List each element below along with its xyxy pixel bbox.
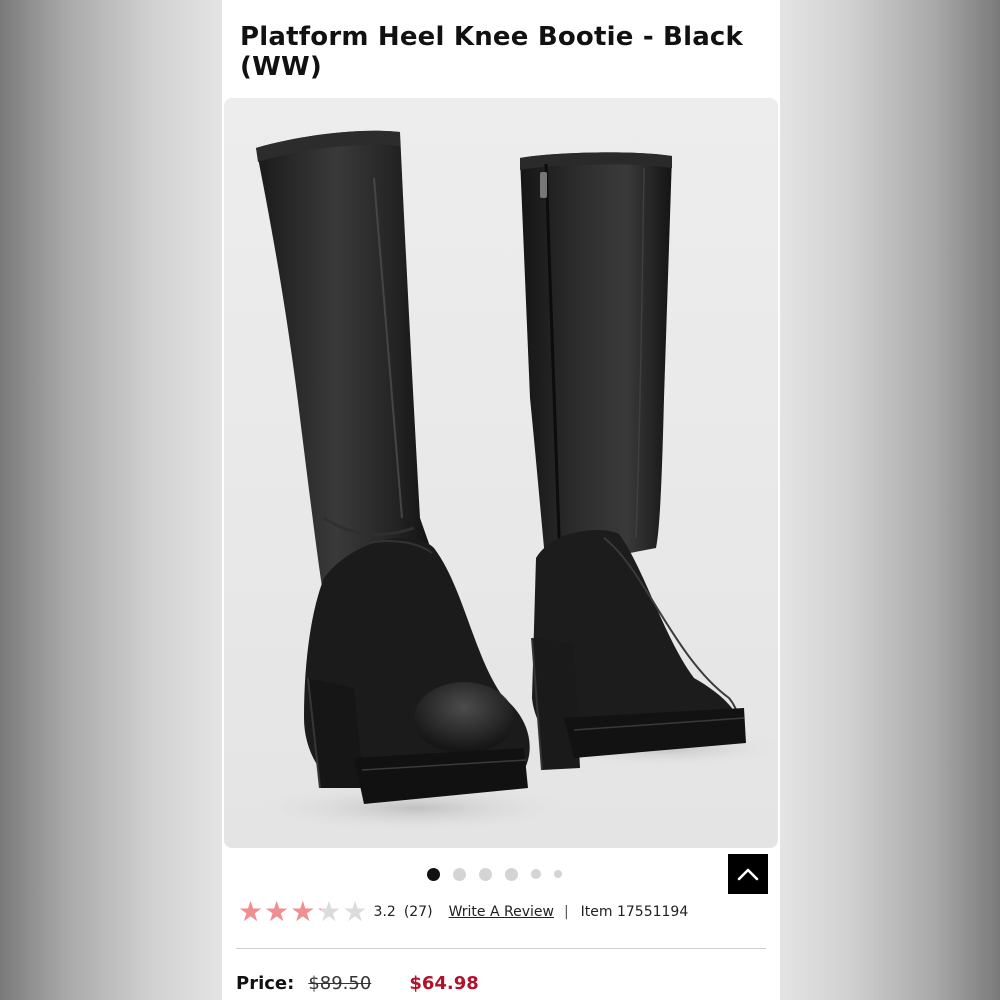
star-icon: ★ [238,895,264,928]
product-image-carousel[interactable] [224,98,778,848]
star-icon: ★ [316,895,342,928]
price-row: Price: $89.50 $64.98 [236,970,479,996]
carousel-dot[interactable] [554,870,562,878]
carousel-dot[interactable] [479,867,492,881]
carousel-dot[interactable] [453,867,466,881]
write-review-link[interactable]: Write A Review [449,904,554,920]
left-boot [256,130,530,804]
star-rating[interactable]: ★ ★ ★ ★ ★ [238,898,368,926]
star-icon: ★ [264,895,290,928]
background-right [780,0,1000,1000]
star-icon: ★ [290,895,316,928]
carousel-dot[interactable] [427,867,440,881]
review-count[interactable]: (27) [404,904,433,920]
divider [236,948,766,949]
right-boot [520,152,746,771]
background-left [0,0,222,1000]
carousel-dot[interactable] [505,867,518,881]
product-image [244,130,778,834]
rating-row: ★ ★ ★ ★ ★ 3.2 (27) Write A Review | Item 175… [238,898,768,926]
price-label: Price: [236,972,295,994]
product-title: Platform Heel Knee Bootie - Black (WW) [240,22,744,82]
carousel-dot[interactable] [531,869,541,879]
product-page: Platform Heel Knee Bootie - Black (WW) ★… [222,0,780,1000]
carousel-dots [427,866,562,882]
back-to-top-button[interactable] [728,854,768,894]
item-number: Item 17551194 [580,904,689,920]
chevron-up-icon [737,868,759,881]
separator: | [563,904,569,920]
rating-value: 3.2 [373,904,396,920]
sale-price: $64.98 [409,972,479,994]
star-icon: ★ [342,895,368,928]
original-price: $89.50 [308,972,372,994]
